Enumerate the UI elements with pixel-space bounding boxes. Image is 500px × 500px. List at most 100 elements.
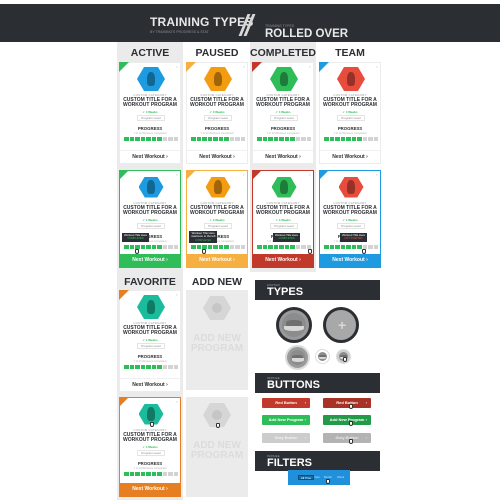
progress-segment[interactable] (362, 137, 367, 141)
progress-segment[interactable] (373, 137, 378, 141)
progress-segment[interactable] (279, 137, 284, 141)
next-workout-button[interactable]: Next Workout › (187, 150, 247, 163)
progress-segment[interactable] (162, 137, 167, 141)
add-new-program-button-hover[interactable]: Add New Program › (323, 415, 371, 426)
progress-segment[interactable] (168, 245, 173, 249)
progress-segment[interactable] (135, 365, 140, 369)
progress-segment[interactable] (290, 245, 295, 249)
red-button-button[interactable]: Red Button › (262, 398, 310, 408)
progress-segment[interactable] (235, 137, 240, 141)
progress-segment[interactable] (218, 245, 223, 249)
progress-segment[interactable] (295, 137, 300, 141)
progress-segment[interactable] (262, 137, 267, 141)
program-card-active[interactable]: × CUSTOM CATEGORY CUSTOM TITLE FOR A WORKOU… (119, 62, 181, 164)
close-icon[interactable]: × (243, 64, 245, 69)
progress-segment[interactable] (373, 245, 378, 249)
program-card-team[interactable]: × CUSTOM CATEGORY CUSTOM TITLE FOR A WORKOU… (319, 62, 381, 164)
progress-segment[interactable] (129, 137, 134, 141)
progress-segment[interactable] (151, 245, 156, 249)
progress-segment[interactable] (229, 245, 234, 249)
progress-segment[interactable] (162, 245, 167, 249)
program-card-favorite-rollover[interactable]: × CUSTOM CATEGORY CUSTOM TITLE FOR A WORKOU… (119, 397, 181, 497)
progress-segment[interactable] (129, 365, 134, 369)
filter-year[interactable]: Year (312, 475, 322, 480)
progress-segment[interactable] (173, 365, 178, 369)
progress-segment[interactable] (284, 245, 289, 249)
progress-segment[interactable] (196, 245, 201, 249)
program-card-completed-rollover[interactable]: × CUSTOM CATEGORY CUSTOM TITLE FOR A WORKOU… (252, 170, 314, 268)
close-icon[interactable]: × (309, 64, 311, 69)
avatar-type-medium[interactable] (285, 345, 310, 370)
progress-segment[interactable] (146, 137, 151, 141)
progress-segment[interactable] (335, 245, 340, 249)
progress-segment[interactable] (224, 137, 229, 141)
progress-segment[interactable] (146, 365, 151, 369)
next-workout-button[interactable]: Next Workout › (120, 150, 180, 163)
next-workout-button[interactable]: Next Workout › (253, 254, 313, 267)
progress-segment[interactable] (213, 245, 218, 249)
close-icon[interactable]: × (309, 172, 311, 177)
progress-segment[interactable] (196, 137, 201, 141)
progress-segment[interactable] (268, 137, 273, 141)
progress-segment[interactable] (273, 137, 278, 141)
progress-segment[interactable] (229, 137, 234, 141)
progress-segment[interactable] (284, 137, 289, 141)
add-new-program-card[interactable]: ADD NEW PROGRAM (186, 290, 248, 390)
progress-segment[interactable] (207, 137, 212, 141)
progress-segment[interactable] (157, 245, 162, 249)
progress-segment[interactable] (240, 137, 245, 141)
progress-segment[interactable] (129, 472, 134, 476)
progress-segment[interactable] (306, 137, 311, 141)
close-icon[interactable]: × (176, 399, 178, 404)
close-icon[interactable]: × (243, 172, 245, 177)
filter-week[interactable]: Week (335, 475, 346, 480)
progress-segment[interactable] (202, 137, 207, 141)
progress-segment[interactable] (135, 472, 140, 476)
progress-segment[interactable] (368, 245, 373, 249)
program-card-paused[interactable]: × CUSTOM CATEGORY CUSTOM TITLE FOR A WORKOU… (186, 62, 248, 164)
next-workout-button[interactable]: Next Workout › (320, 254, 380, 267)
progress-segment[interactable] (301, 137, 306, 141)
progress-segment[interactable] (257, 245, 262, 249)
progress-segment[interactable] (146, 472, 151, 476)
progress-segment[interactable] (168, 137, 173, 141)
progress-segment[interactable] (129, 245, 134, 249)
progress-segment[interactable] (157, 137, 162, 141)
avatar-type-add[interactable]: + (323, 307, 359, 343)
program-card-favorite[interactable]: × CUSTOM CATEGORY CUSTOM TITLE FOR A WORKOU… (119, 290, 181, 392)
progress-segment[interactable] (240, 245, 245, 249)
add-new-program-button[interactable]: Add New Program › (262, 415, 310, 425)
progress-segment[interactable] (135, 137, 140, 141)
progress-segment[interactable] (218, 137, 223, 141)
close-icon[interactable]: × (176, 64, 178, 69)
avatar-type-large[interactable] (276, 307, 312, 343)
next-workout-button[interactable]: Next Workout › (187, 254, 247, 267)
close-icon[interactable]: × (176, 292, 178, 297)
gray-button-button[interactable]: Gray Button › (262, 433, 310, 443)
progress-segment[interactable] (324, 137, 329, 141)
next-workout-button[interactable]: Next Workout › (253, 150, 313, 163)
progress-segment[interactable] (335, 137, 340, 141)
progress-segment[interactable] (295, 245, 300, 249)
progress-segment[interactable] (140, 365, 145, 369)
progress-segment[interactable] (173, 472, 178, 476)
progress-segment[interactable] (346, 245, 351, 249)
program-card-active-rollover[interactable]: × CUSTOM CATEGORY CUSTOM TITLE FOR A WORKOU… (119, 170, 181, 268)
progress-segment[interactable] (124, 365, 129, 369)
progress-segment[interactable] (346, 137, 351, 141)
progress-segment[interactable] (124, 137, 129, 141)
progress-segment[interactable] (351, 245, 356, 249)
close-icon[interactable]: × (376, 64, 378, 69)
progress-segment[interactable] (124, 472, 129, 476)
progress-segment[interactable] (351, 137, 356, 141)
red-button-button-hover[interactable]: Red Button › (323, 398, 371, 409)
progress-segment[interactable] (368, 137, 373, 141)
progress-segment[interactable] (273, 245, 278, 249)
progress-segment[interactable] (173, 245, 178, 249)
close-icon[interactable]: × (176, 172, 178, 177)
progress-segment[interactable] (140, 245, 145, 249)
progress-segment[interactable] (207, 245, 212, 249)
progress-segment[interactable] (173, 137, 178, 141)
progress-segment[interactable] (151, 365, 156, 369)
gray-button-button-hover[interactable]: Gray Button › (323, 433, 371, 444)
